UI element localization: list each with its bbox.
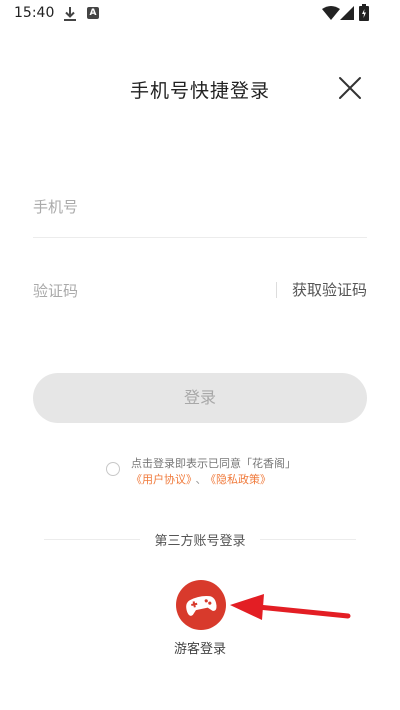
privacy-policy-link[interactable]: 《隐私政策》: [211, 473, 272, 486]
guest-login-label: 游客登录: [173, 642, 226, 657]
code-field-row: 获取验证码: [33, 270, 367, 310]
status-time: 15:40: [14, 5, 55, 21]
a-notification-icon: A: [87, 7, 99, 19]
close-icon: [339, 77, 361, 99]
status-bar: 15:40 A: [0, 0, 400, 28]
arrow-annotation-icon: [230, 594, 351, 620]
agreement-checkbox[interactable]: [106, 462, 120, 476]
guest-login-button[interactable]: [176, 580, 226, 630]
wifi-icon: [322, 6, 340, 20]
third-party-label: 第三方账号登录: [154, 534, 246, 549]
close-button[interactable]: [336, 74, 364, 102]
code-divider: [276, 282, 277, 298]
agreement-separator: 、: [195, 473, 207, 486]
phone-field-row: [33, 186, 367, 238]
login-button[interactable]: 登录: [33, 373, 367, 423]
gamepad-icon: [186, 595, 217, 616]
verification-code-input[interactable]: [33, 278, 263, 304]
signal-icon: [340, 6, 354, 20]
user-agreement-link[interactable]: 《用户协议》: [131, 473, 192, 486]
get-code-button[interactable]: 获取验证码: [292, 279, 367, 300]
phone-input[interactable]: [33, 194, 263, 220]
battery-icon: [359, 4, 369, 21]
agreement-links: 《用户协议》、《隐私政策》: [131, 472, 271, 488]
agreement-text: 点击登录即表示已同意「花香阁」: [131, 457, 296, 470]
download-icon: [64, 7, 76, 21]
